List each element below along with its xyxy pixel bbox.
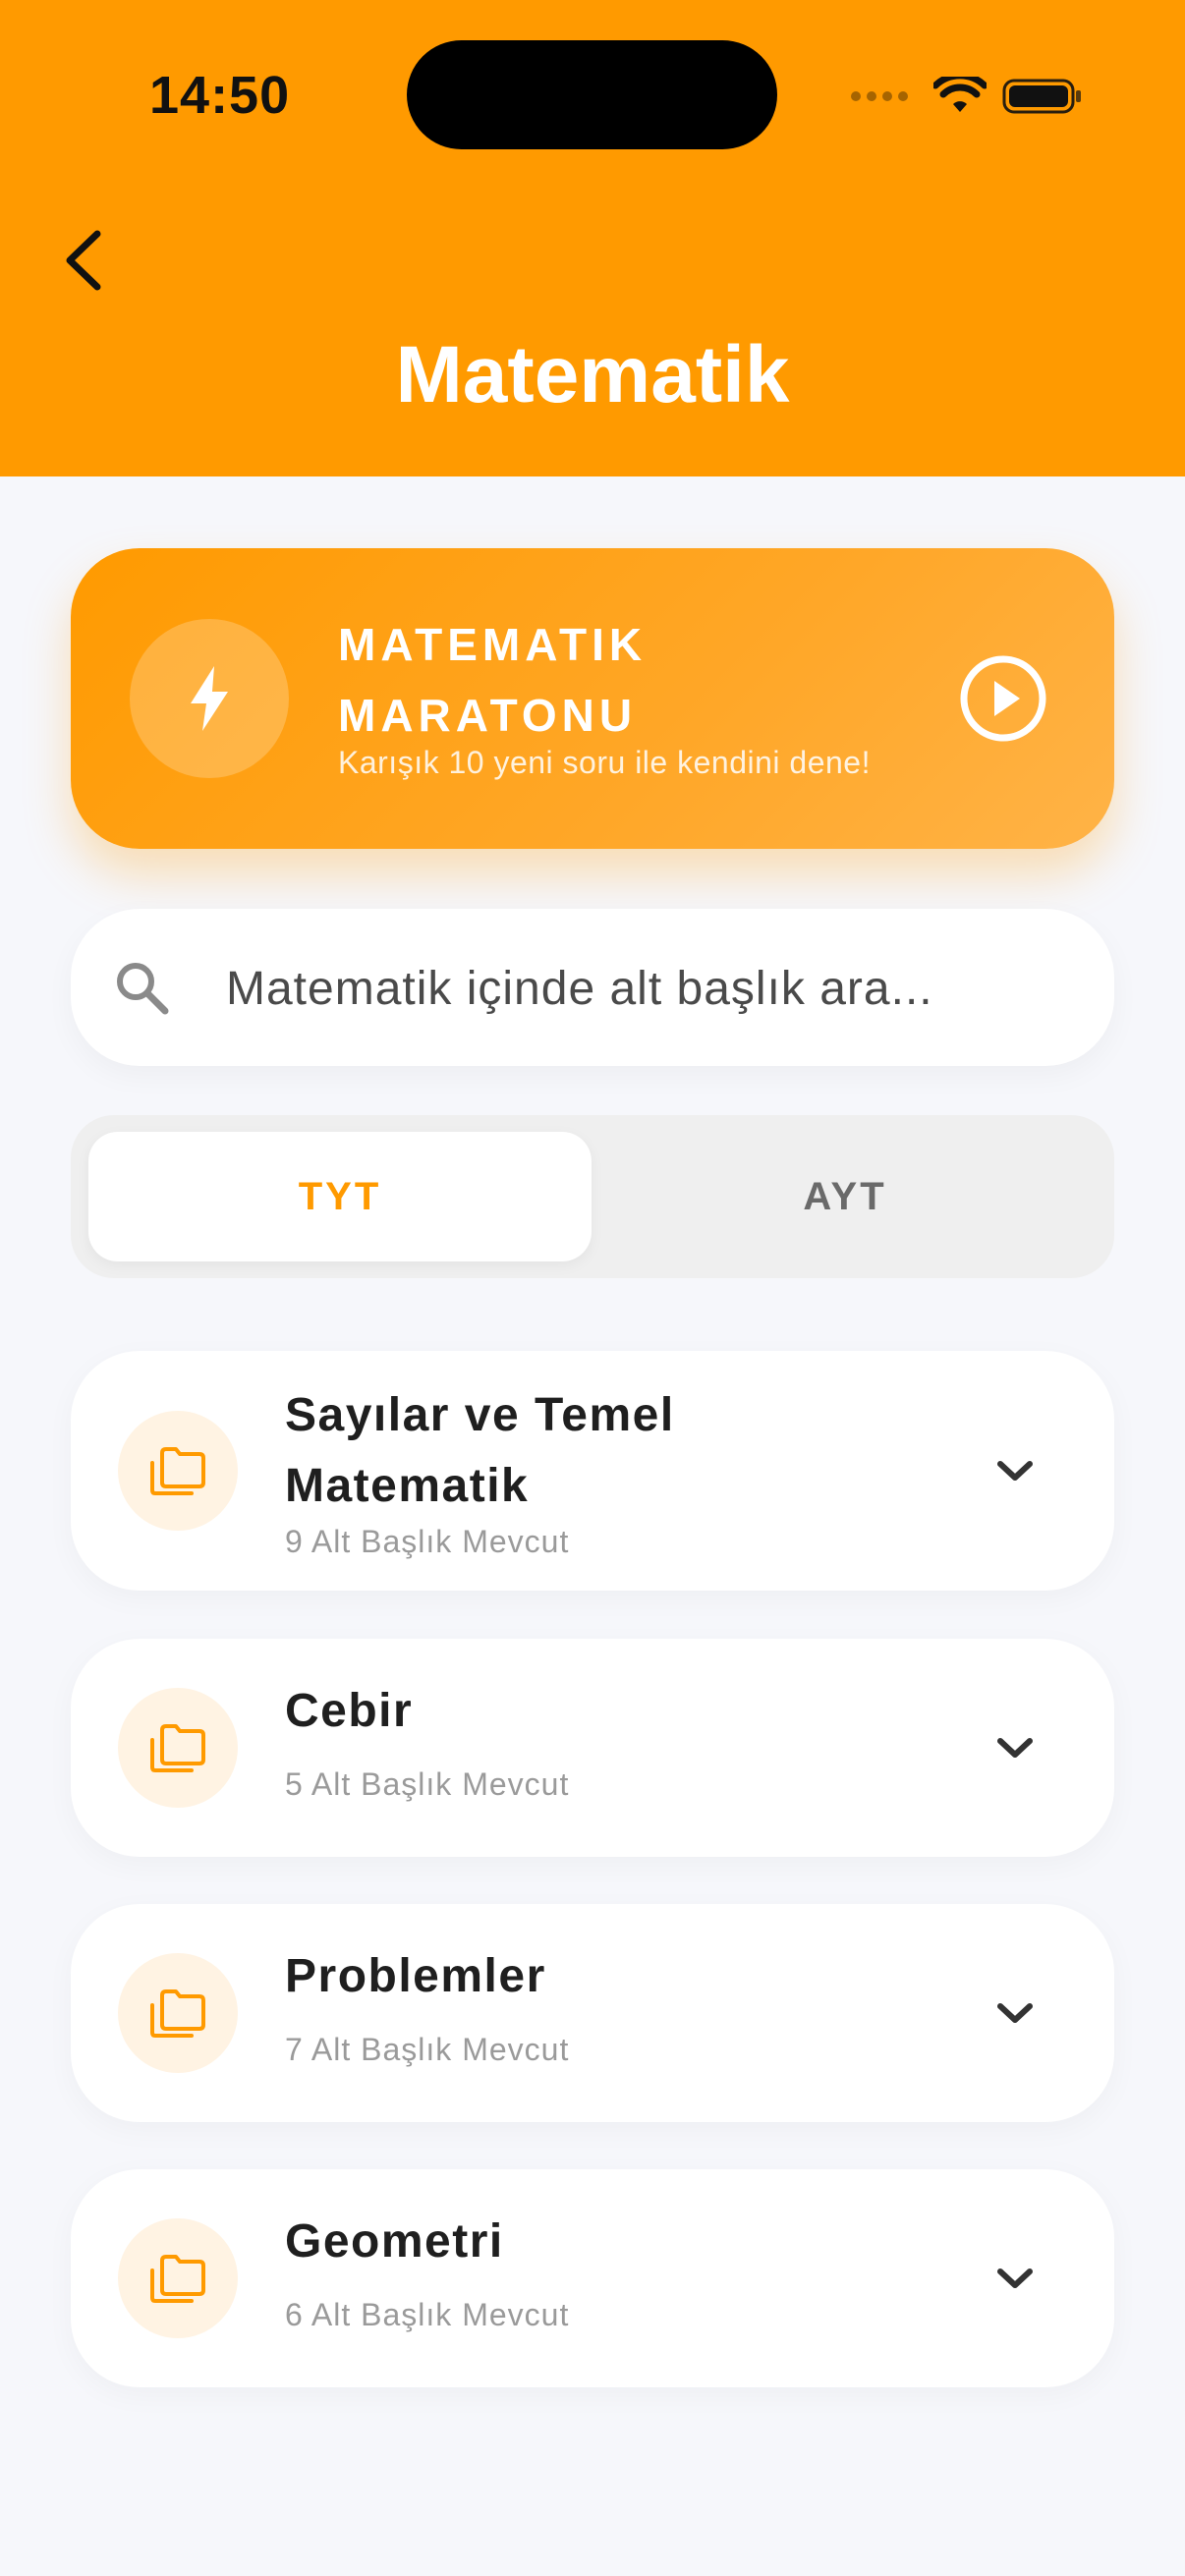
- topic-subtitle: 5 Alt Başlık Mevcut: [285, 1766, 570, 1802]
- search-icon: [117, 963, 169, 1015]
- marathon-card[interactable]: MATEMATIK MARATONU Karışık 10 yeni soru …: [71, 548, 1114, 849]
- status-icons: [851, 69, 1083, 124]
- lightning-bolt-icon: [130, 619, 289, 778]
- marathon-title: MATEMATIK MARATONU: [338, 619, 648, 741]
- chevron-down-icon[interactable]: [990, 1988, 1040, 2038]
- topic-title: Geometri: [285, 2215, 504, 2268]
- tab-ayt[interactable]: AYT: [593, 1132, 1097, 1261]
- folder-icon: [118, 1688, 238, 1808]
- topic-subtitle: 7 Alt Başlık Mevcut: [285, 2032, 570, 2067]
- status-time: 14:50: [149, 66, 291, 125]
- topic-title: Cebir: [285, 1685, 414, 1737]
- cellular-signal-icon: [851, 91, 908, 101]
- topic-card-cebir[interactable]: Cebir 5 Alt Başlık Mevcut: [71, 1639, 1114, 1857]
- topic-card-sayilar[interactable]: Sayılar ve Temel Matematik 9 Alt Başlık …: [71, 1351, 1114, 1591]
- topic-title: Problemler: [285, 1950, 546, 2002]
- chevron-down-icon[interactable]: [990, 2254, 1040, 2303]
- exam-type-segmented-control: TYT AYT: [71, 1115, 1114, 1278]
- topic-subtitle: 6 Alt Başlık Mevcut: [285, 2297, 570, 2332]
- marathon-subtitle: Karışık 10 yeni soru ile kendini dene!: [338, 745, 871, 780]
- search-input[interactable]: [224, 950, 1073, 1027]
- folder-icon: [118, 1953, 238, 2073]
- page-title: Matematik: [395, 330, 790, 420]
- header: 14:50 Matematik: [0, 0, 1185, 476]
- chevron-left-icon: [66, 230, 101, 291]
- topic-card-geometri[interactable]: Geometri 6 Alt Başlık Mevcut: [71, 2169, 1114, 2387]
- dynamic-island: [407, 40, 777, 149]
- wifi-icon: [933, 77, 987, 112]
- topic-title: Sayılar ve Temel Matematik: [285, 1389, 675, 1512]
- folder-icon: [118, 2218, 238, 2338]
- back-button[interactable]: [47, 221, 116, 300]
- topic-subtitle: 9 Alt Başlık Mevcut: [285, 1524, 570, 1559]
- chevron-down-icon[interactable]: [990, 1446, 1040, 1495]
- play-circle-icon[interactable]: [957, 652, 1049, 745]
- battery-icon: [1002, 79, 1081, 114]
- folder-icon: [118, 1411, 238, 1531]
- topic-card-problemler[interactable]: Problemler 7 Alt Başlık Mevcut: [71, 1904, 1114, 2122]
- tab-tyt[interactable]: TYT: [88, 1132, 592, 1261]
- search-box[interactable]: [71, 909, 1114, 1066]
- chevron-down-icon[interactable]: [990, 1723, 1040, 1772]
